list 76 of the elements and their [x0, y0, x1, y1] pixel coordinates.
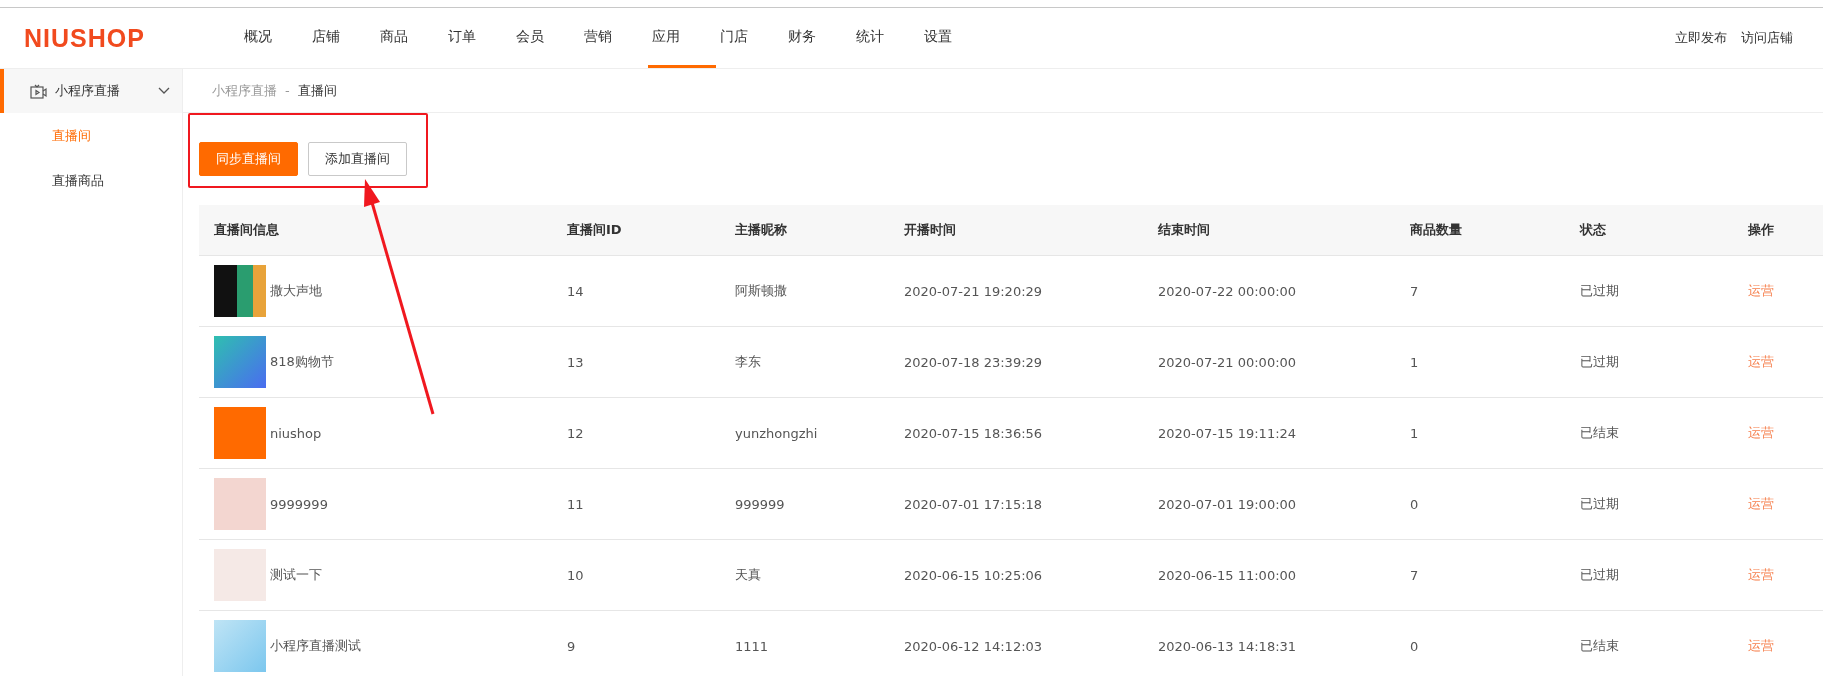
table-cell-text: 2020-06-15 10:25:06 — [903, 567, 1044, 583]
nav-tab[interactable]: 统计 — [852, 8, 920, 68]
table-cell-text: 0 — [1409, 496, 1420, 512]
nav-tab[interactable]: 会员 — [512, 8, 580, 68]
photo-placeholder — [214, 265, 266, 317]
nav-tab[interactable]: 店铺 — [308, 8, 376, 68]
table-cell: niushop — [270, 425, 322, 441]
table-cell-text: 10 — [566, 567, 585, 583]
nav-tab[interactable]: 财务 — [784, 8, 852, 68]
table-cell: 9999999 — [270, 496, 328, 512]
table-cell-text: 2020-06-13 14:18:31 — [1157, 638, 1298, 654]
table-cell-text: 2020-07-01 17:15:18 — [903, 496, 1044, 512]
table-cell-text: 已过期 — [1579, 282, 1620, 300]
header-link[interactable]: 访问店铺 — [1741, 29, 1793, 47]
table-cell-text: 阿斯顿撒 — [734, 282, 788, 300]
column-header: 直播间信息 — [213, 221, 280, 239]
table-cell-text: 2020-07-18 23:39:29 — [903, 354, 1044, 370]
table-cell-text: 已结束 — [1579, 637, 1620, 655]
tv-icon — [30, 83, 47, 99]
nav-tab[interactable]: 营销 — [580, 8, 648, 68]
photo-placeholder — [214, 549, 266, 601]
table-cell-text: 2020-07-21 00:00:00 — [1157, 354, 1298, 370]
table-cell-text: 13 — [566, 354, 585, 370]
table-cell-text: 2020-06-12 14:12:03 — [903, 638, 1044, 654]
table-cell-text: 已过期 — [1579, 495, 1620, 513]
photo-placeholder — [214, 478, 266, 530]
table-cell-text: 2020-07-15 18:36:56 — [903, 425, 1044, 441]
table-cell-text: 已过期 — [1579, 353, 1620, 371]
table-cell: 测试一下 — [270, 566, 322, 584]
photo-placeholder — [214, 336, 266, 388]
table-cell-text: 已结束 — [1579, 424, 1620, 442]
nav-tab[interactable]: 设置 — [920, 8, 988, 68]
table-cell-text: 12 — [566, 425, 585, 441]
table-cell-text: 999999 — [734, 496, 786, 512]
photo-placeholder — [214, 620, 266, 672]
column-header: 主播昵称 — [734, 221, 788, 239]
table-cell-text: 9 — [566, 638, 577, 654]
table-cell-text: 2020-07-01 19:00:00 — [1157, 496, 1298, 512]
table-cell-text: 14 — [566, 283, 585, 299]
header-link[interactable]: 立即发布 — [1675, 29, 1727, 47]
column-header: 状态 — [1578, 221, 1607, 239]
photo-placeholder — [214, 407, 266, 459]
nav-tab[interactable]: 订单 — [444, 8, 512, 68]
add-button[interactable]: 添加直播间 — [308, 142, 407, 176]
column-header: 商品数量 — [1409, 221, 1463, 239]
sidebar-item[interactable]: 直播商品 — [0, 158, 182, 203]
breadcrumb-item: 直播间 — [297, 81, 337, 100]
table-cell-text: 1111 — [734, 638, 770, 654]
table-cell-text: 李东 — [734, 353, 762, 371]
breadcrumb-item: - — [285, 83, 290, 98]
table-cell: 撒大声地 — [270, 282, 322, 300]
nav-tab[interactable]: 门店 — [716, 8, 784, 68]
nav-tab[interactable]: 概况 — [240, 8, 308, 68]
table-cell-text: 0 — [1409, 638, 1420, 654]
table-cell: 818购物节 — [270, 353, 334, 371]
table-cell-text: 2020-07-15 19:11:24 — [1157, 425, 1298, 441]
column-header: 开播时间 — [903, 221, 957, 239]
table-cell-text: yunzhongzhi — [734, 425, 819, 441]
table-cell: 小程序直播测试 — [270, 637, 361, 655]
column-header: 操作 — [1747, 221, 1775, 239]
table-cell-text: 1 — [1409, 354, 1420, 370]
sidebar-group[interactable]: 小程序直播 — [0, 69, 182, 113]
column-header: 结束时间 — [1157, 221, 1211, 239]
column-header: 直播间ID — [566, 221, 623, 239]
table-cell-text: 7 — [1409, 567, 1420, 583]
table-cell-text: 2020-07-22 00:00:00 — [1157, 283, 1298, 299]
table-cell-text: 11 — [566, 496, 585, 512]
table-cell-text: 1 — [1409, 425, 1420, 441]
table-cell-text: 天真 — [734, 566, 762, 584]
table-cell-text: 2020-07-21 19:20:29 — [903, 283, 1044, 299]
table-cell-text: 已过期 — [1579, 566, 1620, 584]
table-cell-text: 7 — [1409, 283, 1420, 299]
nav-tab[interactable]: 商品 — [376, 8, 444, 68]
logo: NIUSHOP — [24, 23, 146, 53]
nav-tab[interactable]: 应用 — [648, 8, 716, 68]
table-cell-text: 2020-06-15 11:00:00 — [1157, 567, 1298, 583]
